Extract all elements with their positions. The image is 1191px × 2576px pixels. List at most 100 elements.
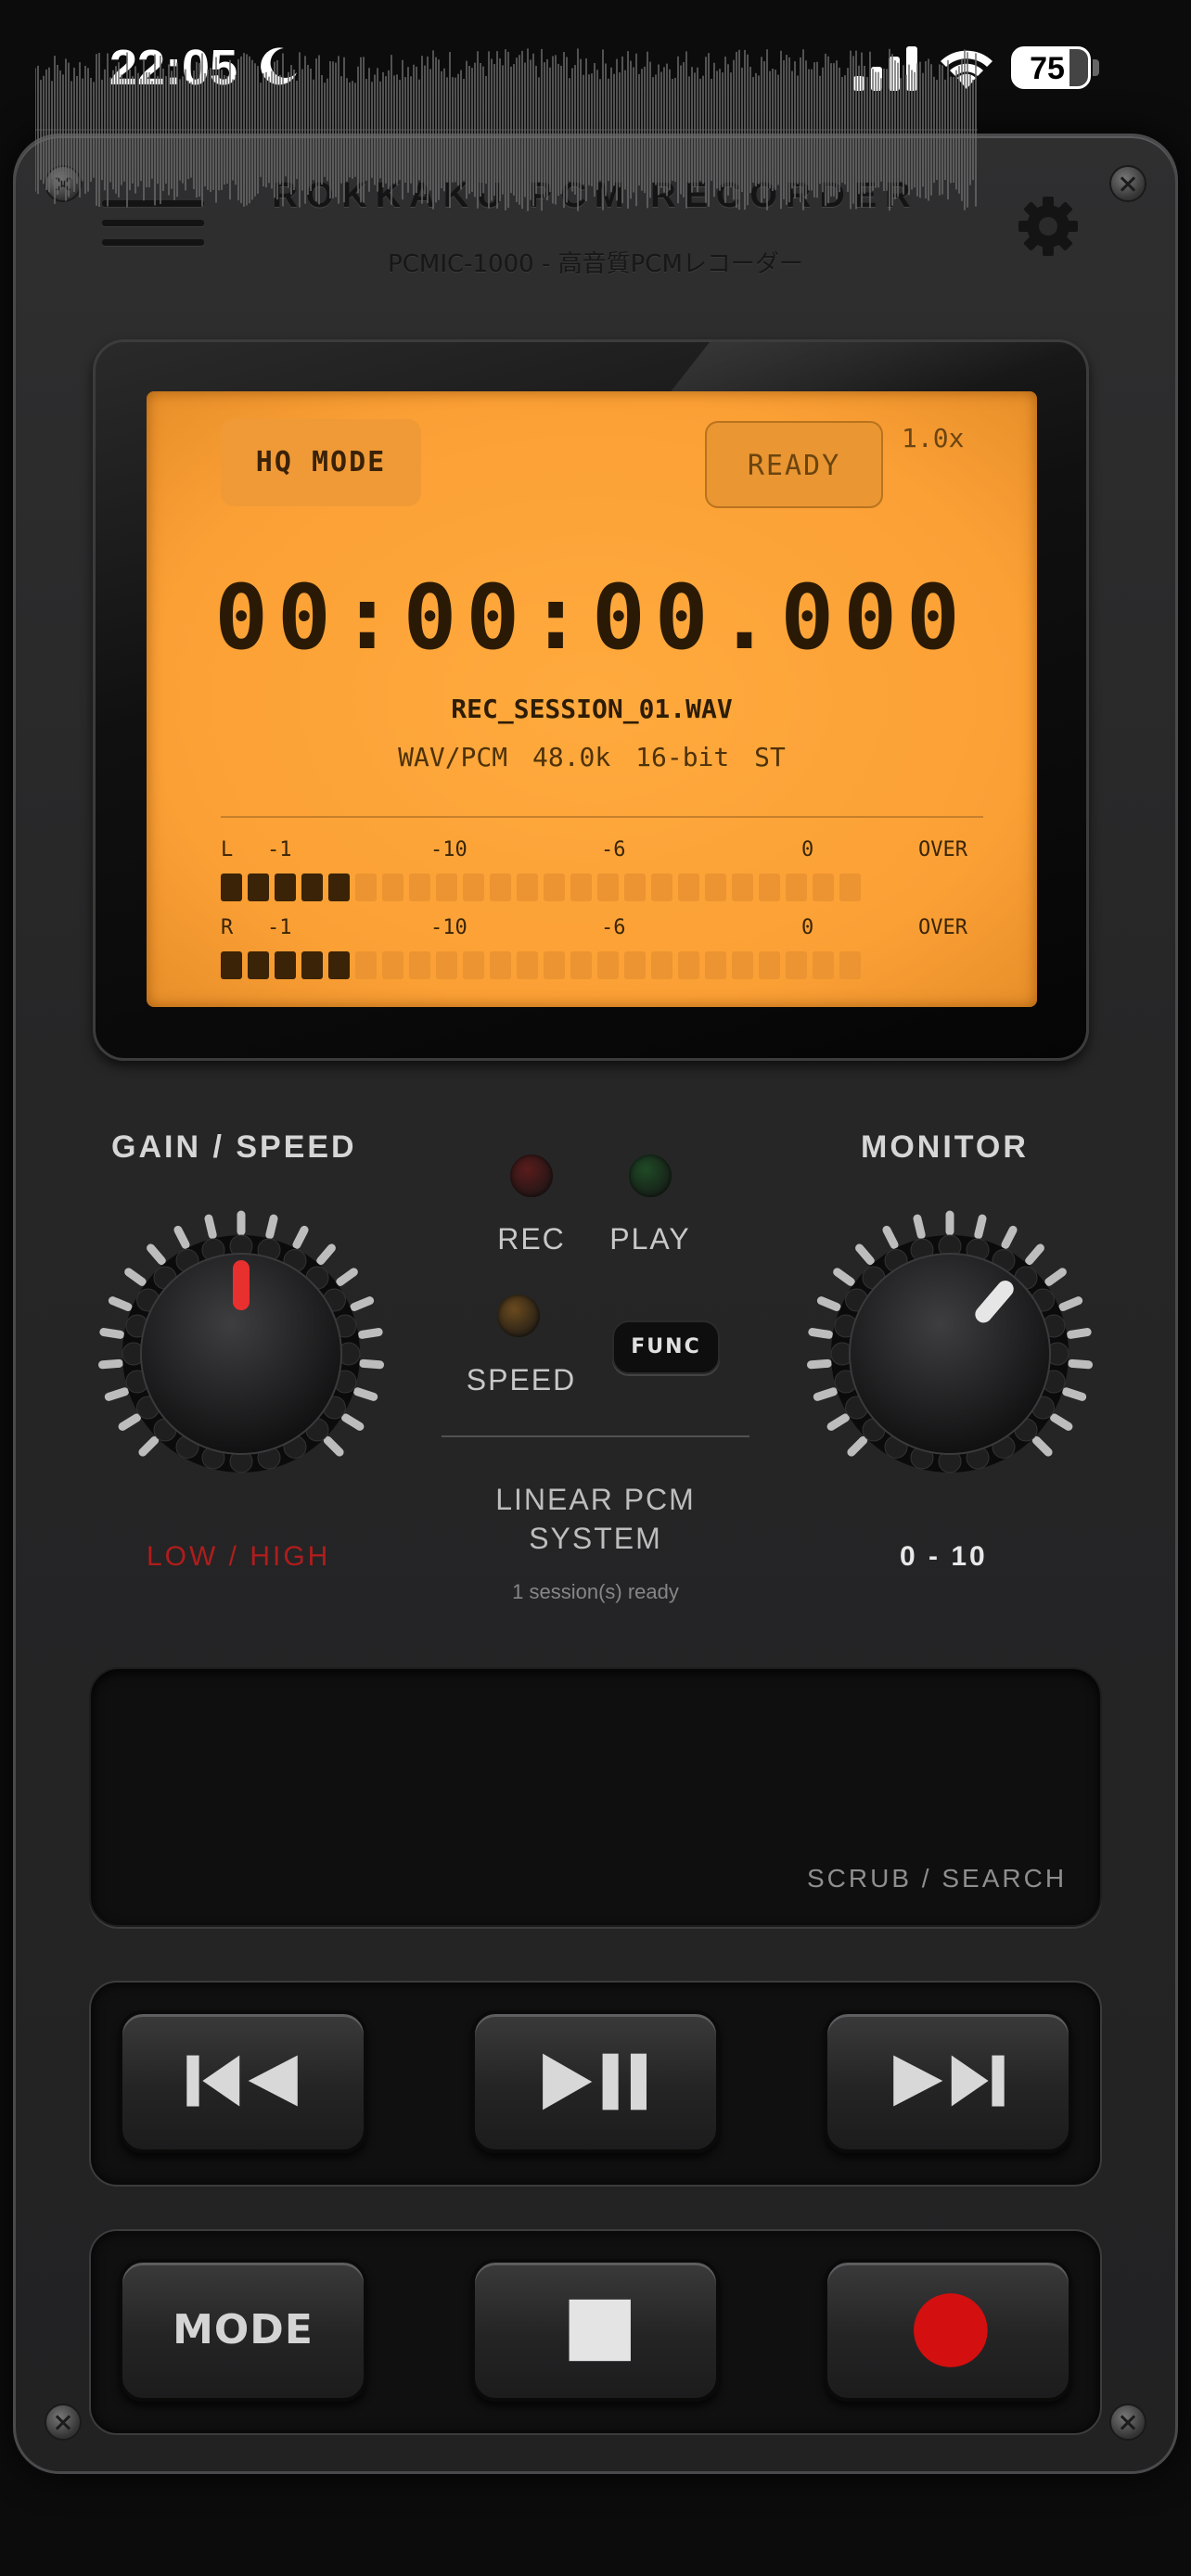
meter-channel-label: L <box>221 838 234 861</box>
knob-tick <box>813 1387 838 1401</box>
knob-tick <box>1031 1435 1053 1457</box>
gain-range-caption: LOW / HIGH <box>147 1541 331 1572</box>
lcd-divider <box>221 816 983 818</box>
meter-segment <box>813 874 834 901</box>
meter-segment <box>382 874 403 901</box>
knob-tick <box>147 1243 166 1266</box>
knob-tick <box>1068 1358 1094 1370</box>
knob-tick <box>882 1225 899 1249</box>
hq-mode-chip[interactable]: HQ MODE <box>221 419 421 506</box>
meter-segment <box>490 951 511 979</box>
knob-tick <box>1025 1243 1044 1266</box>
knob-tick <box>97 1358 123 1370</box>
gain-speed-label: GAIN / SPEED <box>111 1129 357 1165</box>
ready-status-chip: READY <box>705 421 883 508</box>
gain-speed-knob[interactable] <box>93 1205 390 1502</box>
monitor-knob[interactable] <box>801 1205 1098 1502</box>
meter-scale-label: -10 <box>430 838 467 861</box>
knob-tick <box>826 1413 850 1431</box>
stop-button[interactable] <box>471 2259 720 2402</box>
speed-led <box>497 1294 540 1337</box>
meter-segment <box>651 951 672 979</box>
meter-segment <box>705 874 726 901</box>
file-name: REC_SESSION_01.WAV <box>451 694 733 724</box>
meter-segment <box>678 951 699 979</box>
next-icon <box>893 2055 1005 2107</box>
knob-tick <box>124 1268 147 1286</box>
system-title-line: SYSTEM <box>529 1522 662 1555</box>
meter-segment <box>463 874 484 901</box>
meter-segment <box>409 951 430 979</box>
knob-tick <box>108 1296 133 1311</box>
meter-segment <box>570 951 592 979</box>
knob-tick <box>806 1358 832 1370</box>
monitor-label: MONITOR <box>861 1129 1029 1165</box>
meter-scale-label: 0 <box>801 916 814 939</box>
knob-tick <box>118 1413 141 1431</box>
playback-speed: 1.0x <box>902 423 965 453</box>
meter-segment <box>839 951 861 979</box>
level-meter-right: R -1 -10 -6 0 OVER <box>221 916 983 979</box>
meter-scale-label: -6 <box>601 838 626 861</box>
meter-bars <box>221 951 983 979</box>
battery-level: 75 <box>1030 51 1065 86</box>
knob-tick <box>359 1358 385 1370</box>
meter-segment <box>597 951 619 979</box>
meter-segment <box>544 874 565 901</box>
meter-bars <box>221 874 983 901</box>
meter-scale-label: OVER <box>918 916 967 939</box>
system-title-line: LINEAR PCM <box>495 1483 696 1516</box>
knob-tick <box>855 1243 875 1266</box>
meter-segment <box>221 951 242 979</box>
knob-tick <box>808 1328 834 1339</box>
meter-segment <box>490 874 511 901</box>
knob-tick <box>357 1328 383 1339</box>
meter-segment <box>355 951 377 979</box>
monitor-range-caption: 0 - 10 <box>900 1541 988 1572</box>
knob-tick <box>1044 1268 1067 1286</box>
knob-tick <box>138 1435 160 1457</box>
meter-segment <box>678 874 699 901</box>
knob-tick <box>353 1387 378 1401</box>
meter-segment <box>759 951 780 979</box>
knob-tick <box>816 1296 841 1311</box>
meter-scale-label: -6 <box>601 916 626 939</box>
func-button[interactable]: FUNC <box>612 1320 720 1374</box>
next-button[interactable] <box>824 2010 1072 2153</box>
play-pause-icon <box>543 2053 647 2111</box>
mode-button-label: MODE <box>173 2306 314 2353</box>
meter-segment <box>409 874 430 901</box>
meter-scale-label: 0 <box>801 838 814 861</box>
meter-segment <box>248 951 269 979</box>
meter-segment <box>813 951 834 979</box>
speed-led-label: SPEED <box>466 1363 577 1396</box>
meter-segment <box>248 874 269 901</box>
meter-segment <box>275 951 296 979</box>
meter-segment <box>839 874 861 901</box>
meter-segment <box>786 951 807 979</box>
mode-button[interactable]: MODE <box>119 2259 367 2402</box>
session-status: 1 session(s) ready <box>512 1580 679 1603</box>
meter-channel-label: R <box>221 916 234 939</box>
record-icon <box>914 2293 988 2367</box>
meter-segment <box>732 874 753 901</box>
waveform-display[interactable] <box>35 46 978 213</box>
knob-tick <box>323 1435 344 1457</box>
settings-gear-icon[interactable] <box>1015 193 1082 260</box>
rec-led-label: REC <box>497 1222 566 1256</box>
previous-icon <box>186 2055 298 2107</box>
knob-tick <box>99 1328 125 1339</box>
play-pause-button[interactable] <box>471 2010 720 2153</box>
meter-segment <box>624 874 646 901</box>
meter-segment <box>463 951 484 979</box>
meter-segment <box>517 874 538 901</box>
meter-segment <box>651 874 672 901</box>
previous-button[interactable] <box>119 2010 367 2153</box>
knob-tick <box>316 1243 336 1266</box>
meter-segment <box>301 874 323 901</box>
knob-tick <box>1058 1296 1083 1311</box>
meter-segment <box>759 874 780 901</box>
play-led <box>629 1154 672 1197</box>
meter-segment <box>517 951 538 979</box>
record-button[interactable] <box>824 2259 1072 2402</box>
